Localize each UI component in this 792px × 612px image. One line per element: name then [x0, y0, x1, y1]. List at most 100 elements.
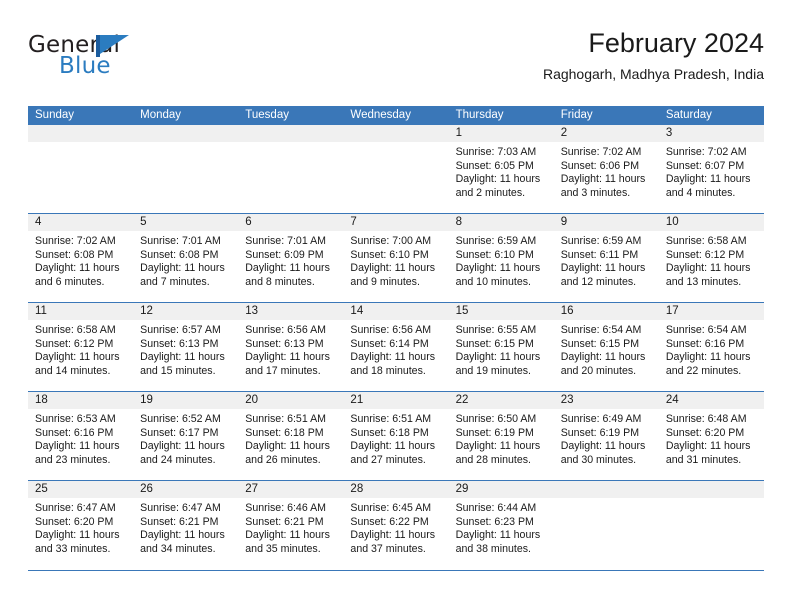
daylight-text: Daylight: 11 hours [665, 262, 751, 275]
day-cell-5[interactable]: 5 Sunrise: 7:01 AM Sunset: 6:08 PM Daylight… [133, 214, 239, 302]
day-cell-9[interactable]: 9 Sunrise: 6:59 AM Sunset: 6:11 PM Daylight… [553, 214, 659, 302]
page-header: General Blue February 2024 Raghogarh, Ma… [28, 28, 764, 98]
day-cell-empty [343, 125, 449, 213]
day-cell-16[interactable]: 16 Sunrise: 6:54 AM Sunset: 6:15 PM Dayligh… [553, 303, 659, 391]
day-cell-12[interactable]: 12 Sunrise: 6:57 AM Sunset: 6:13 PM Dayligh… [133, 303, 239, 391]
sunrise-text: Sunrise: 6:44 AM [455, 502, 537, 514]
day-cell-21[interactable]: 21 Sunrise: 6:51 AM Sunset: 6:18 PM Dayligh… [343, 392, 449, 480]
day-cell-27[interactable]: 27 Sunrise: 6:46 AM Sunset: 6:21 PM Dayligh… [238, 481, 344, 570]
title-block: February 2024 Raghogarh, Madhya Pradesh,… [543, 28, 764, 83]
calendar-grid: Sunday Monday Tuesday Wednesday Thursday Frid… [28, 106, 764, 571]
day-cell-24[interactable]: 24 Sunrise: 6:48 AM Sunset: 6:20 PM Dayligh… [658, 392, 764, 480]
daylight-text: and 17 minutes. [245, 364, 321, 377]
day-details: Sunrise: 6:55 AM Sunset: 6:15 PM Daylight:… [449, 320, 554, 378]
calendar-week-row: 18 Sunrise: 6:53 AM Sunset: 6:16 PM Dayligh… [28, 391, 764, 480]
sunset-text: Sunset: 6:15 PM [560, 337, 640, 350]
weekday-header-tuesday: Tuesday [245, 109, 289, 121]
day-cell-28[interactable]: 28 Sunrise: 6:45 AM Sunset: 6:22 PM Dayligh… [343, 481, 449, 570]
daylight-text: and 38 minutes. [455, 542, 531, 555]
day-details: Sunrise: 6:50 AM Sunset: 6:19 PM Daylight:… [449, 409, 554, 467]
day-cell-13[interactable]: 13 Sunrise: 6:56 AM Sunset: 6:13 PM Dayligh… [238, 303, 344, 391]
day-cell-22[interactable]: 22 Sunrise: 6:50 AM Sunset: 6:19 PM Dayligh… [448, 392, 554, 480]
day-cell-6[interactable]: 6 Sunrise: 7:01 AM Sunset: 6:09 PM Daylight… [238, 214, 344, 302]
day-number: 28 [343, 481, 449, 498]
day-details: Sunrise: 6:48 AM Sunset: 6:20 PM Daylight:… [659, 409, 764, 467]
day-cell-10[interactable]: 10 Sunrise: 6:58 AM Sunset: 6:12 PM Dayligh… [658, 214, 764, 302]
day-cell-2[interactable]: 2 Sunrise: 7:02 AM Sunset: 6:06 PM Daylight… [553, 125, 659, 213]
day-details: Sunrise: 6:57 AM Sunset: 6:13 PM Daylight:… [133, 320, 238, 378]
day-details: Sunrise: 6:45 AM Sunset: 6:22 PM Daylight:… [343, 498, 448, 556]
day-cell-empty [28, 125, 134, 213]
day-cell-26[interactable]: 26 Sunrise: 6:47 AM Sunset: 6:21 PM Dayligh… [133, 481, 239, 570]
sunrise-text: Sunrise: 6:59 AM [455, 235, 537, 247]
day-details: Sunrise: 7:00 AM Sunset: 6:10 PM Daylight:… [343, 231, 448, 289]
daylight-text: Daylight: 11 hours [350, 529, 436, 542]
day-cell-17[interactable]: 17 Sunrise: 6:54 AM Sunset: 6:16 PM Dayligh… [658, 303, 764, 391]
day-number: 12 [133, 303, 239, 320]
day-number: 5 [133, 214, 239, 231]
day-cell-4[interactable]: 4 Sunrise: 7:02 AM Sunset: 6:08 PM Daylight… [28, 214, 134, 302]
daylight-text: Daylight: 11 hours [140, 529, 225, 542]
day-details: Sunrise: 6:54 AM Sunset: 6:15 PM Daylight:… [554, 320, 659, 378]
weekday-header-sunday: Sunday [35, 109, 75, 121]
sunrise-text: Sunrise: 6:52 AM [140, 413, 221, 425]
calendar-week-row: 11 Sunrise: 6:58 AM Sunset: 6:12 PM Dayligh… [28, 302, 764, 391]
daylight-text: Daylight: 11 hours [245, 440, 330, 453]
daylight-text: and 37 minutes. [350, 542, 426, 555]
day-cell-20[interactable]: 20 Sunrise: 6:51 AM Sunset: 6:18 PM Dayligh… [238, 392, 344, 480]
day-details: Sunrise: 6:59 AM Sunset: 6:11 PM Daylight:… [554, 231, 659, 289]
day-cell-11[interactable]: 11 Sunrise: 6:58 AM Sunset: 6:12 PM Dayligh… [28, 303, 134, 391]
day-cell-3[interactable]: 3 Sunrise: 7:02 AM Sunset: 6:07 PM Daylight… [658, 125, 764, 213]
day-cell-19[interactable]: 19 Sunrise: 6:52 AM Sunset: 6:17 PM Dayligh… [133, 392, 239, 480]
daylight-text: and 12 minutes. [560, 275, 637, 288]
daylight-text: and 24 minutes. [140, 453, 216, 466]
day-number: 29 [448, 481, 554, 498]
day-details [133, 142, 238, 146]
day-number: 9 [553, 214, 659, 231]
day-cell-18[interactable]: 18 Sunrise: 6:53 AM Sunset: 6:16 PM Dayligh… [28, 392, 134, 480]
day-cell-23[interactable]: 23 Sunrise: 6:49 AM Sunset: 6:19 PM Dayligh… [553, 392, 659, 480]
day-number [238, 125, 344, 142]
daylight-text: and 10 minutes. [455, 275, 531, 288]
day-cell-29[interactable]: 29 Sunrise: 6:44 AM Sunset: 6:23 PM Dayligh… [448, 481, 554, 570]
sunrise-text: Sunrise: 6:54 AM [665, 324, 747, 336]
daylight-text: and 14 minutes. [35, 364, 111, 377]
day-number: 18 [28, 392, 134, 409]
day-details: Sunrise: 6:56 AM Sunset: 6:14 PM Daylight:… [343, 320, 448, 378]
logo-flag-triangle [100, 35, 129, 54]
day-details [28, 142, 133, 146]
day-cell-1[interactable]: 1 Sunrise: 7:03 AM Sunset: 6:05 PM Daylight… [448, 125, 554, 213]
sunrise-text: Sunrise: 7:02 AM [560, 146, 642, 158]
sunset-text: Sunset: 6:20 PM [35, 515, 114, 528]
sunset-text: Sunset: 6:22 PM [350, 515, 429, 528]
day-number: 20 [238, 392, 344, 409]
day-cell-8[interactable]: 8 Sunrise: 6:59 AM Sunset: 6:10 PM Daylight… [448, 214, 554, 302]
day-cell-25[interactable]: 25 Sunrise: 6:47 AM Sunset: 6:20 PM Dayligh… [28, 481, 134, 570]
day-cell-15[interactable]: 15 Sunrise: 6:55 AM Sunset: 6:15 PM Dayligh… [448, 303, 554, 391]
sunrise-text: Sunrise: 6:47 AM [140, 502, 221, 514]
day-cell-14[interactable]: 14 Sunrise: 6:56 AM Sunset: 6:14 PM Dayligh… [343, 303, 449, 391]
calendar-page: General Blue February 2024 Raghogarh, Ma… [0, 0, 792, 612]
daylight-text: and 6 minutes. [35, 275, 105, 288]
sunset-text: Sunset: 6:21 PM [245, 515, 324, 528]
general-blue-logo[interactable]: General Blue [28, 34, 188, 86]
daylight-text: Daylight: 11 hours [245, 262, 330, 275]
day-details: Sunrise: 7:02 AM Sunset: 6:07 PM Daylight:… [659, 142, 764, 200]
day-details: Sunrise: 6:51 AM Sunset: 6:18 PM Daylight:… [238, 409, 343, 467]
day-number: 24 [658, 392, 764, 409]
daylight-text: and 20 minutes. [560, 364, 637, 377]
sunset-text: Sunset: 6:20 PM [665, 426, 745, 439]
daylight-text: and 3 minutes. [560, 186, 631, 199]
day-details: Sunrise: 7:02 AM Sunset: 6:08 PM Daylight:… [28, 231, 133, 289]
daylight-text: Daylight: 11 hours [560, 262, 646, 275]
day-details [554, 498, 659, 502]
daylight-text: Daylight: 11 hours [140, 440, 225, 453]
sunset-text: Sunset: 6:21 PM [140, 515, 219, 528]
daylight-text: Daylight: 11 hours [350, 440, 436, 453]
day-cell-7[interactable]: 7 Sunrise: 7:00 AM Sunset: 6:10 PM Daylight… [343, 214, 449, 302]
day-details: Sunrise: 6:44 AM Sunset: 6:23 PM Daylight:… [449, 498, 554, 556]
daylight-text: Daylight: 11 hours [350, 351, 436, 364]
day-number [343, 125, 449, 142]
day-cell-empty [133, 125, 239, 213]
day-number: 17 [658, 303, 764, 320]
